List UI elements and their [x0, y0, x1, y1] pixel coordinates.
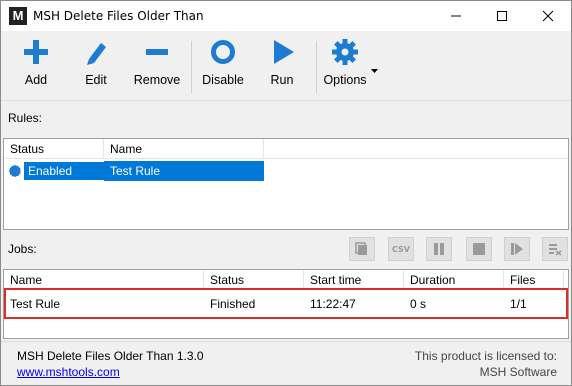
rules-row-status: Enabled [4, 161, 104, 181]
app-window: M MSH Delete Files Older Than Add Edit R… [0, 0, 572, 386]
jobs-col-name[interactable]: Name [4, 270, 204, 290]
clear-list-icon [549, 244, 562, 256]
copy-button[interactable] [349, 237, 375, 261]
maximize-button[interactable] [479, 1, 525, 31]
window-title: MSH Delete Files Older Than [33, 9, 204, 23]
jobs-col-status[interactable]: Status [204, 270, 304, 290]
toolbar-separator [316, 41, 317, 93]
toolbar-separator [191, 41, 192, 93]
edit-button[interactable]: Edit [73, 31, 119, 93]
licensee-name: MSH Software [479, 365, 557, 379]
csv-export-icon: CSV [392, 244, 410, 254]
options-dropdown-arrow[interactable] [371, 63, 378, 77]
minimize-button[interactable] [433, 1, 479, 31]
rules-label: Rules: [8, 111, 43, 125]
main-toolbar: Add Edit Remove Disable Run Options [1, 31, 571, 101]
options-button[interactable]: Options [321, 31, 369, 93]
rules-row-name: Test Rule [104, 161, 264, 181]
rules-list-header: Status Name [4, 139, 568, 159]
remove-button-label: Remove [133, 73, 181, 87]
website-link[interactable]: www.mshtools.com [17, 365, 120, 379]
pause-icon [434, 243, 444, 255]
jobs-col-start-time[interactable]: Start time [304, 270, 404, 290]
title-bar[interactable]: M MSH Delete Files Older Than [1, 1, 571, 31]
minimize-icon [451, 15, 461, 17]
status-bar: MSH Delete Files Older Than 1.3.0 www.ms… [1, 341, 571, 385]
remove-button[interactable]: Remove [131, 31, 183, 93]
pencil-icon [83, 31, 109, 73]
disable-button-label: Disable [202, 73, 244, 87]
close-icon [542, 10, 554, 22]
disable-circle-icon [210, 31, 236, 73]
rules-list[interactable]: Status Name Enabled Test Rule [3, 138, 569, 230]
rules-row-status-text: Enabled [24, 162, 104, 180]
gear-icon [331, 31, 359, 73]
row-highlight-annotation [4, 288, 568, 319]
plus-icon [23, 31, 49, 73]
jobs-label: Jobs: [8, 242, 37, 256]
version-text: MSH Delete Files Older Than 1.3.0 [17, 349, 204, 363]
resume-button[interactable] [504, 237, 530, 261]
enabled-status-icon [8, 164, 22, 178]
stop-icon [473, 243, 485, 255]
clear-list-button[interactable] [542, 237, 568, 261]
license-label: This product is licensed to: [414, 349, 557, 363]
rules-row[interactable]: Enabled Test Rule [4, 161, 264, 181]
minus-icon [144, 31, 170, 73]
disable-button[interactable]: Disable [199, 31, 247, 93]
run-button[interactable]: Run [261, 31, 303, 93]
play-icon [269, 31, 295, 73]
options-button-label: Options [323, 73, 367, 87]
close-button[interactable] [525, 1, 571, 31]
resume-icon [511, 243, 523, 255]
rules-col-name[interactable]: Name [104, 139, 264, 159]
add-button[interactable]: Add [13, 31, 59, 93]
jobs-col-files[interactable]: Files [504, 270, 564, 290]
pause-button[interactable] [426, 237, 452, 261]
rules-col-status[interactable]: Status [4, 139, 104, 159]
add-button-label: Add [24, 73, 48, 87]
maximize-icon [497, 11, 507, 21]
jobs-list-header: Name Status Start time Duration Files [4, 270, 568, 290]
stop-button[interactable] [466, 237, 492, 261]
app-logo-icon: M [9, 7, 27, 25]
copy-icon [355, 242, 367, 255]
edit-button-label: Edit [85, 73, 107, 87]
run-button-label: Run [270, 73, 294, 87]
export-csv-button[interactable]: CSV [388, 237, 414, 261]
jobs-col-duration[interactable]: Duration [404, 270, 504, 290]
caret-down-icon [371, 69, 378, 73]
